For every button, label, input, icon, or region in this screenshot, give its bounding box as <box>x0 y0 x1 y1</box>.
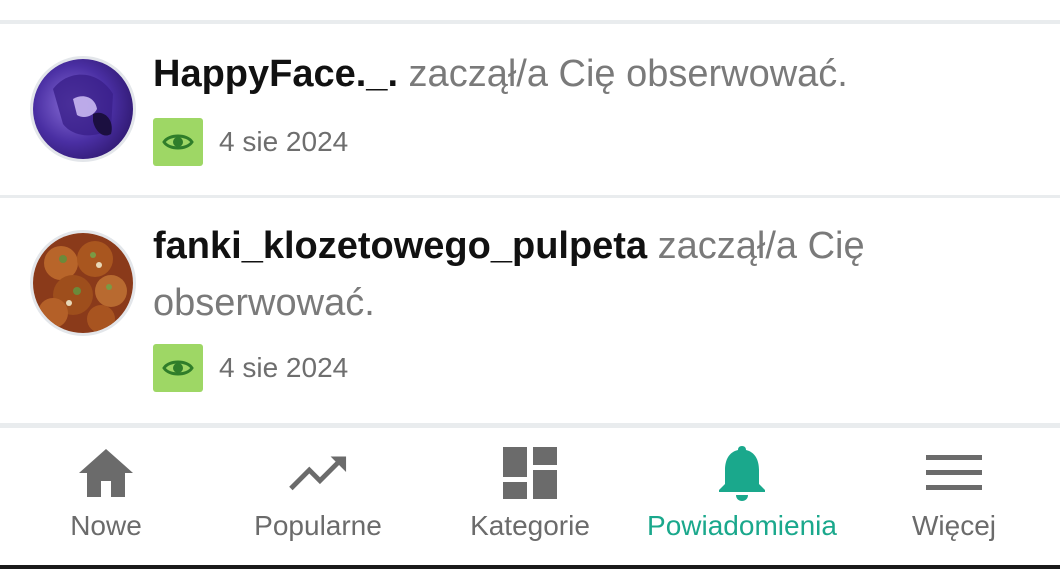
system-bar-edge <box>0 565 1060 569</box>
follow-badge <box>153 118 203 166</box>
nav-item-new[interactable]: Nowe <box>0 428 212 565</box>
notification-meta: 4 sie 2024 <box>153 118 348 166</box>
home-icon <box>76 444 136 502</box>
notification-text: HappyFace._. zaczął/a Cię obserwować. <box>153 46 1033 103</box>
nav-label: Popularne <box>254 510 382 541</box>
notification-meta: 4 sie 2024 <box>153 344 348 392</box>
eye-icon <box>162 360 194 376</box>
categories-icon <box>500 444 560 502</box>
follow-badge <box>153 344 203 392</box>
notification-action: zaczął/a Cię obserwować. <box>398 53 848 95</box>
notification-item[interactable]: fanki_klozetowego_pulpeta zaczął/a Cię o… <box>0 198 1060 423</box>
nav-item-more[interactable]: Więcej <box>848 428 1060 565</box>
nav-item-categories[interactable]: Kategorie <box>424 428 636 565</box>
menu-icon <box>924 444 984 502</box>
nav-label: Kategorie <box>470 510 590 541</box>
bottom-navigation: Nowe Popularne Kategorie Powiadomienia W… <box>0 428 1060 565</box>
bell-icon <box>712 444 772 502</box>
avatar[interactable] <box>30 230 136 336</box>
nav-item-notifications[interactable]: Powiadomienia <box>636 428 848 565</box>
avatar[interactable] <box>30 56 136 162</box>
notification-item[interactable]: HappyFace._. zaczął/a Cię obserwować. 4 … <box>0 24 1060 195</box>
notification-text: fanki_klozetowego_pulpeta zaczął/a Cię o… <box>153 218 1033 332</box>
nav-label: Powiadomienia <box>647 510 837 541</box>
username[interactable]: HappyFace._. <box>153 53 398 95</box>
nav-label: Więcej <box>911 510 996 541</box>
eye-icon <box>162 134 194 150</box>
notification-date: 4 sie 2024 <box>219 126 349 157</box>
nav-item-popular[interactable]: Popularne <box>212 428 424 565</box>
notification-date: 4 sie 2024 <box>219 352 349 383</box>
nav-label: Nowe <box>70 510 142 541</box>
notifications-screen: HappyFace._. zaczął/a Cię obserwować. 4 … <box>0 0 1060 569</box>
username[interactable]: fanki_klozetowego_pulpeta <box>153 225 647 267</box>
trending-icon <box>288 444 348 502</box>
